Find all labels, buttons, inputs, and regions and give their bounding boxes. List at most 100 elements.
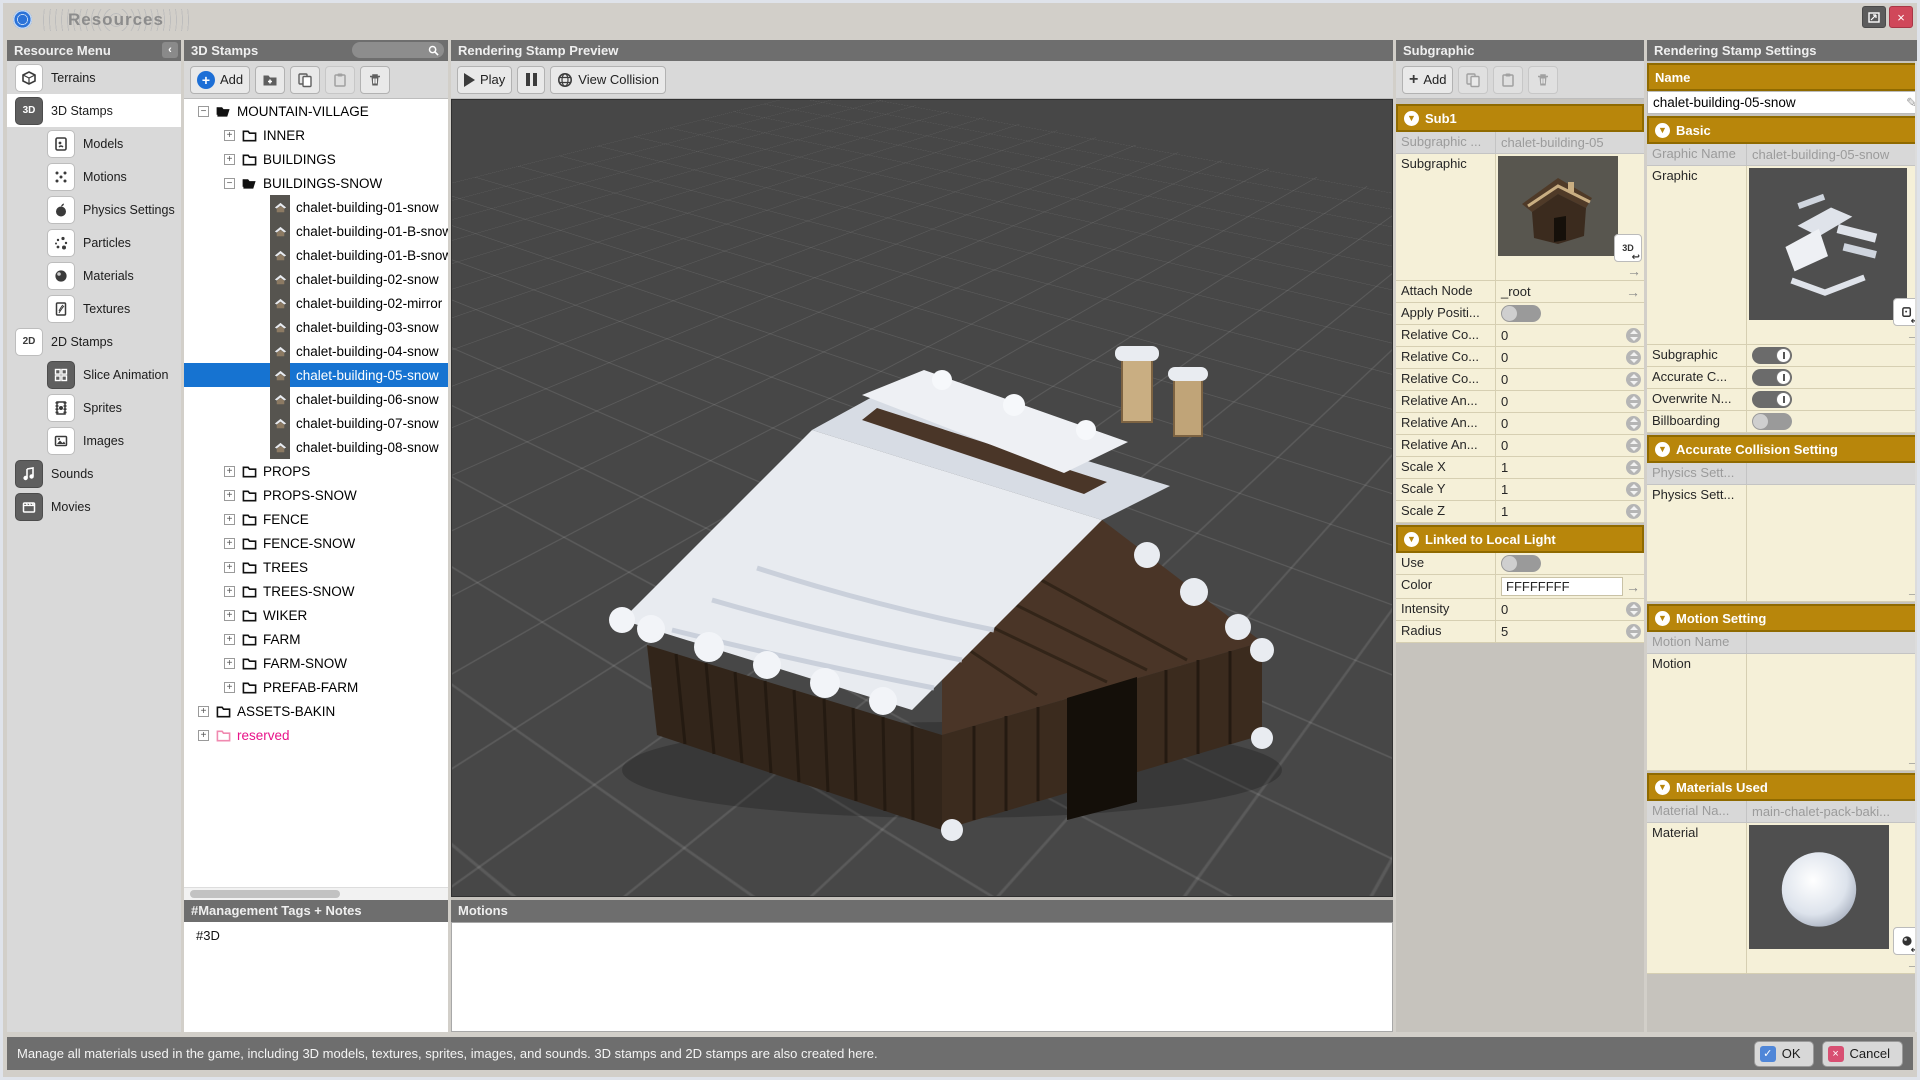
duplicate-subgraphic-button[interactable] — [1458, 66, 1488, 94]
open-arrow-icon[interactable]: → — [1906, 327, 1920, 343]
section-header-basic[interactable]: ▼Basic — [1647, 116, 1920, 144]
section-header-motion-setting[interactable]: ▼Motion Setting — [1647, 604, 1920, 632]
expand-node-box[interactable]: + — [224, 610, 235, 621]
sidebar-item-materials[interactable]: Materials — [7, 259, 181, 292]
expand-node-box[interactable]: + — [224, 490, 235, 501]
sidebar-item-motions[interactable]: Motions — [7, 160, 181, 193]
collapse-node-box[interactable]: − — [198, 106, 209, 117]
tree-folder-reserved[interactable]: +reserved — [184, 723, 448, 747]
expand-node-box[interactable]: + — [224, 154, 235, 165]
number-value[interactable]: 0 — [1501, 394, 1508, 409]
paste-button[interactable] — [325, 66, 355, 94]
tree-folder-trees-snow[interactable]: +TREES-SNOW — [184, 579, 448, 603]
sidebar-item-physics-settings[interactable]: Physics Settings — [7, 193, 181, 226]
number-value[interactable]: 1 — [1501, 482, 1508, 497]
thumbnail-picker[interactable]: ↩→ — [1747, 823, 1920, 973]
name-input[interactable]: chalet-building-05-snow ✎ — [1647, 91, 1920, 114]
pause-button[interactable] — [517, 66, 545, 94]
tree-folder-farm-snow[interactable]: +FARM-SNOW — [184, 651, 448, 675]
number-value[interactable]: 5 — [1501, 624, 1508, 639]
expand-node-box[interactable]: + — [224, 538, 235, 549]
section-header-name[interactable]: Name — [1647, 63, 1920, 91]
toggle-off[interactable] — [1501, 305, 1541, 322]
ok-button[interactable]: ✓ OK — [1754, 1041, 1814, 1067]
tree-folder-inner[interactable]: +INNER — [184, 123, 448, 147]
section-header-linked-to-local-light[interactable]: ▼Linked to Local Light — [1396, 525, 1644, 553]
sidebar-item-3d-stamps[interactable]: 3D3D Stamps — [7, 94, 181, 127]
tree-item-chalet-building-01-b-snow[interactable]: chalet-building-01-B-snow — [184, 219, 448, 243]
tree-item-chalet-building-06-snow[interactable]: chalet-building-06-snow — [184, 387, 448, 411]
expand-node-box[interactable]: + — [224, 514, 235, 525]
spinner-icon[interactable] — [1626, 394, 1641, 409]
new-folder-button[interactable] — [255, 66, 285, 94]
spinner-icon[interactable] — [1626, 460, 1641, 475]
close-window-button[interactable]: × — [1889, 6, 1913, 28]
tree-folder-prefab-farm[interactable]: +PREFAB-FARM — [184, 675, 448, 699]
sidebar-item-sounds[interactable]: Sounds — [7, 457, 181, 490]
collapse-panel-button[interactable]: ‹ — [162, 42, 178, 58]
sidebar-item-textures[interactable]: Textures — [7, 292, 181, 325]
tree-folder-trees[interactable]: +TREES — [184, 555, 448, 579]
tree-item-chalet-building-04-snow[interactable]: chalet-building-04-snow — [184, 339, 448, 363]
duplicate-button[interactable] — [290, 66, 320, 94]
tree-item-chalet-building-01-snow[interactable]: chalet-building-01-snow — [184, 195, 448, 219]
expand-node-box[interactable]: + — [224, 466, 235, 477]
expand-node-box[interactable]: + — [198, 730, 209, 741]
popout-window-button[interactable] — [1862, 6, 1886, 28]
number-value[interactable]: 0 — [1501, 372, 1508, 387]
3d-viewport[interactable] — [451, 99, 1393, 897]
tree-item-chalet-building-02-snow[interactable]: chalet-building-02-snow — [184, 267, 448, 291]
sidebar-item-models[interactable]: Models — [7, 127, 181, 160]
search-input[interactable] — [352, 42, 444, 58]
expand-node-box[interactable]: + — [224, 634, 235, 645]
spinner-icon[interactable] — [1626, 328, 1641, 343]
expand-node-box[interactable]: + — [224, 658, 235, 669]
add-stamp-button[interactable]: + Add — [190, 66, 250, 94]
delete-subgraphic-button[interactable] — [1528, 66, 1558, 94]
number-value[interactable]: 1 — [1501, 504, 1508, 519]
tree-folder-assets-bakin[interactable]: +ASSETS-BAKIN — [184, 699, 448, 723]
expand-node-box[interactable]: + — [224, 130, 235, 141]
delete-button[interactable] — [360, 66, 390, 94]
toggle-off[interactable] — [1752, 413, 1792, 430]
number-value[interactable]: 0 — [1501, 350, 1508, 365]
open-arrow-icon[interactable]: → — [1906, 753, 1920, 769]
expand-node-box[interactable]: + — [198, 706, 209, 717]
collapse-node-box[interactable]: − — [224, 178, 235, 189]
open-arrow-icon[interactable]: → — [1627, 263, 1641, 279]
tree-horizontal-scrollbar[interactable] — [184, 887, 448, 900]
tree-item-chalet-building-01-b-snow[interactable]: chalet-building-01-B-snow — [184, 243, 448, 267]
titlebar[interactable]: Resources × — [3, 3, 1917, 36]
number-value[interactable]: 0 — [1501, 328, 1508, 343]
management-tags-notes[interactable]: #3D — [184, 922, 448, 1032]
toggle-on[interactable] — [1752, 347, 1792, 364]
add-subgraphic-button[interactable]: + Add — [1402, 66, 1453, 94]
toggle-on[interactable] — [1752, 369, 1792, 386]
sidebar-item-particles[interactable]: Particles — [7, 226, 181, 259]
spinner-icon[interactable] — [1626, 624, 1641, 639]
cancel-button[interactable]: × Cancel — [1822, 1041, 1903, 1067]
spinner-icon[interactable] — [1626, 482, 1641, 497]
scrollbar-thumb[interactable] — [190, 890, 340, 898]
expand-node-box[interactable]: + — [224, 586, 235, 597]
play-button[interactable]: Play — [457, 66, 512, 94]
number-value[interactable]: 0 — [1501, 602, 1508, 617]
tree-item-chalet-building-07-snow[interactable]: chalet-building-07-snow — [184, 411, 448, 435]
open-arrow-icon[interactable]: → — [1626, 284, 1640, 300]
section-header-sub1[interactable]: ▼Sub1 — [1396, 104, 1644, 132]
sidebar-item-movies[interactable]: Movies — [7, 490, 181, 523]
sidebar-item-sprites[interactable]: Sprites — [7, 391, 181, 424]
spinner-icon[interactable] — [1626, 416, 1641, 431]
tree-folder-buildings-snow[interactable]: −BUILDINGS-SNOW — [184, 171, 448, 195]
tree-folder-buildings[interactable]: +BUILDINGS — [184, 147, 448, 171]
sidebar-item-terrains[interactable]: Terrains — [7, 61, 181, 94]
expand-node-box[interactable]: + — [224, 682, 235, 693]
tree-folder-fence-snow[interactable]: +FENCE-SNOW — [184, 531, 448, 555]
expand-node-box[interactable]: + — [224, 562, 235, 573]
tree-folder-mountain-village[interactable]: −MOUNTAIN-VILLAGE — [184, 99, 448, 123]
tree-item-chalet-building-03-snow[interactable]: chalet-building-03-snow — [184, 315, 448, 339]
sidebar-item-2d-stamps[interactable]: 2D2D Stamps — [7, 325, 181, 358]
sidebar-item-images[interactable]: Images — [7, 424, 181, 457]
thumbnail-picker[interactable]: 3D↩→ — [1496, 154, 1644, 280]
open-arrow-icon[interactable]: → — [1626, 579, 1640, 595]
